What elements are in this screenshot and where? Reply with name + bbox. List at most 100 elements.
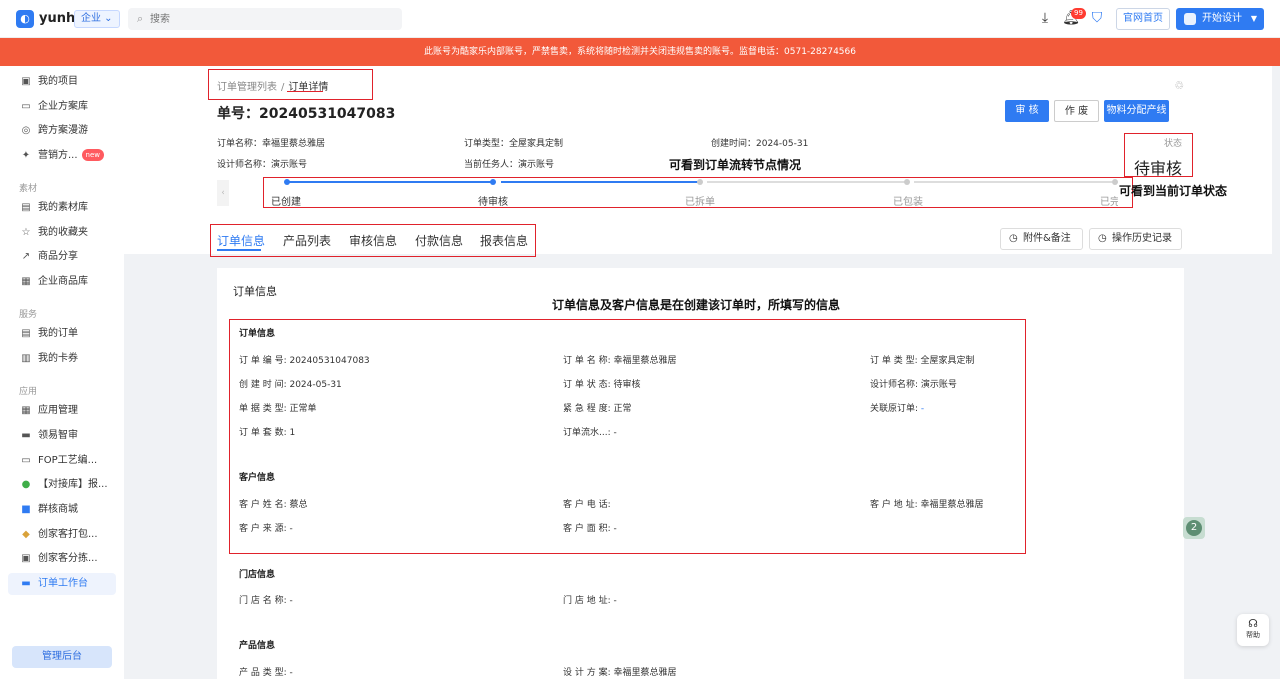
section-product-info: 产品信息 (239, 641, 276, 651)
app-icon: ▣ (21, 553, 31, 564)
help-button[interactable]: ☊ 帮助 (1237, 614, 1269, 646)
start-design-button[interactable]: 开始设计 ▼ (1176, 8, 1264, 30)
sidebar-item-smart-review[interactable]: ▬ 领易智审 (8, 425, 116, 447)
meta-created: 创建时间：2024-05-31 (711, 139, 809, 149)
library-icon: ▤ (21, 202, 31, 213)
history-label: 操作历史记录 (1112, 233, 1172, 244)
sidebar-item-label: 商品分享 (38, 251, 78, 262)
sidebar-item-marketing[interactable]: ✦ 营销方... new (8, 145, 116, 167)
new-badge: new (81, 149, 105, 161)
headset-icon: ☊ (1248, 617, 1258, 630)
field-customer-source: 客 户 来 源: - (239, 524, 293, 534)
search-icon: ⌕ (137, 12, 144, 25)
group-service: 服务 (19, 310, 38, 320)
field-related-order: 关联原订单: - (870, 401, 924, 414)
star-icon: ☆ (21, 227, 31, 238)
top-bar: ◐ yunhe 企业 ⌄ ⌕ ⤓ 🔔︎ 99 ⛉ 官网首页 开始设计 ▼ (0, 0, 1280, 38)
sidebar-item-order-workbench[interactable]: ▬ 订单工作台 (8, 573, 116, 595)
app-icon: ● (21, 479, 31, 490)
sidebar-item-my-projects[interactable]: ▣ 我的项目 (8, 71, 116, 93)
field-created: 创 建 时 间: 2024-05-31 (239, 380, 342, 390)
sidebar-item-fop[interactable]: ▭ FOP工艺编... (8, 450, 116, 472)
annotation-underline (287, 91, 323, 92)
tier-selector[interactable]: 企业 ⌄ (74, 10, 120, 28)
sidebar-item-enterprise-plans[interactable]: ▭ 企业方案库 (8, 96, 116, 118)
warning-banner: 此账号为酷家乐内部账号，严禁售卖，系统将随时检测并关闭违规售卖的账号。监督电话：… (0, 38, 1280, 66)
sidebar-item-roaming[interactable]: ◎ 跨方案漫游 (8, 120, 116, 142)
annotation-flow: 可看到订单流转节点情况 (669, 158, 802, 172)
sidebar-item-sorting[interactable]: ▣ 创家客分拣... (8, 548, 116, 570)
section-store-info: 门店信息 (239, 570, 276, 580)
field-order-no: 订 单 编 号: 20240531047083 (239, 356, 370, 366)
clock-icon: ◷ (1098, 233, 1107, 244)
sidebar-item-label: 企业商品库 (38, 276, 88, 287)
sidebar-item-favorites[interactable]: ☆ 我的收藏夹 (8, 222, 116, 244)
annotation-box-breadcrumb (208, 69, 373, 100)
logo-icon[interactable]: ◐ (16, 10, 34, 28)
admin-button[interactable]: 管理后台 (12, 646, 112, 668)
store-icon: ▦ (21, 276, 31, 287)
sidebar-item-label: FOP工艺编... (38, 455, 98, 466)
sidebar-item-product-share[interactable]: ↗ 商品分享 (8, 246, 116, 268)
attachments-button[interactable]: ◷ 附件&备注 (1000, 228, 1083, 250)
official-site-button[interactable]: 官网首页 (1116, 8, 1170, 30)
sidebar-item-label: 我的卡券 (38, 353, 78, 364)
review-button[interactable]: 审 核 (1005, 100, 1049, 122)
field-urgency: 紧 急 程 度: 正常 (563, 404, 632, 414)
sidebar-item-label: 【对接库】报... (38, 479, 108, 490)
roam-icon: ◎ (21, 125, 31, 136)
recycle-icon[interactable]: ♲ (1170, 77, 1188, 95)
sidebar-item-enterprise-products[interactable]: ▦ 企业商品库 (8, 271, 116, 293)
order-icon: ▤ (21, 328, 31, 339)
field-order-type: 订 单 类 型: 全屋家具定制 (870, 356, 975, 366)
group-material: 素材 (19, 184, 38, 194)
history-button[interactable]: ◷ 操作历史记录 (1089, 228, 1182, 250)
sidebar-item-mall[interactable]: ■ 群核商城 (8, 499, 116, 521)
void-button[interactable]: 作 废 (1054, 100, 1099, 122)
search-box[interactable]: ⌕ (128, 8, 402, 30)
app-icon: ▭ (21, 455, 31, 466)
field-customer-area: 客 户 面 积: - (563, 524, 617, 534)
field-design-plan: 设 计 方 案: 幸福里蔡总雅居 (563, 668, 677, 678)
shield-icon[interactable]: ⛉ (1088, 9, 1106, 27)
field-sets: 订 单 套 数: 1 (239, 428, 296, 438)
field-order-status: 订 单 状 态: 待审核 (563, 380, 641, 390)
sidebar-item-label: 领易智审 (38, 430, 78, 441)
sidebar-item-label: 创家客分拣... (38, 553, 98, 564)
annotation-box-tabs (210, 224, 536, 257)
help-label: 帮助 (1246, 631, 1260, 639)
group-app: 应用 (19, 387, 38, 397)
coupon-icon: ▥ (21, 353, 31, 364)
sidebar-item-my-coupons[interactable]: ▥ 我的卡券 (8, 348, 116, 370)
sidebar-item-app-management[interactable]: ▦ 应用管理 (8, 400, 116, 422)
project-icon: ▣ (21, 76, 31, 87)
design-icon (1184, 13, 1196, 25)
steps-prev-button[interactable]: ‹ (217, 180, 229, 206)
related-order-link[interactable]: - (918, 404, 924, 414)
caret-down-icon[interactable]: ▼ (1251, 8, 1257, 30)
app-icon: ■ (21, 504, 31, 515)
floating-badge[interactable]: 2 (1183, 517, 1205, 539)
search-input[interactable] (150, 8, 390, 30)
field-customer-name: 客 户 姓 名: 蔡总 (239, 500, 308, 510)
sidebar-item-dock-lib[interactable]: ● 【对接库】报... (8, 474, 116, 496)
section-customer-info: 客户信息 (239, 473, 276, 483)
sidebar-item-label: 我的项目 (38, 76, 78, 87)
share-icon: ↗ (21, 251, 31, 262)
annotation-box-steps (263, 177, 1133, 208)
material-allocation-button[interactable]: 物料分配产线 (1104, 100, 1169, 122)
sidebar-item-packing[interactable]: ◆ 创家客打包... (8, 524, 116, 546)
meta-order-type: 订单类型：全屋家具定制 (464, 139, 564, 149)
attachments-label: 附件&备注 (1023, 233, 1071, 244)
field-store-name: 门 店 名 称: - (239, 596, 293, 606)
meta-order-name: 订单名称：幸福里蔡总雅居 (217, 139, 326, 149)
sidebar-item-my-materials[interactable]: ▤ 我的素材库 (8, 197, 116, 219)
field-customer-address: 客 户 地 址: 幸福里蔡总雅居 (870, 500, 984, 510)
sidebar-item-label: 订单工作台 (38, 578, 88, 589)
start-design-label: 开始设计 (1202, 13, 1242, 24)
field-product-type: 产 品 类 型: - (239, 668, 293, 678)
sidebar-item-my-orders[interactable]: ▤ 我的订单 (8, 323, 116, 345)
order-number-title: 单号：20240531047083 (217, 106, 396, 122)
download-icon[interactable]: ⤓ (1036, 9, 1054, 27)
field-order-name: 订 单 名 称: 幸福里蔡总雅居 (563, 356, 677, 366)
